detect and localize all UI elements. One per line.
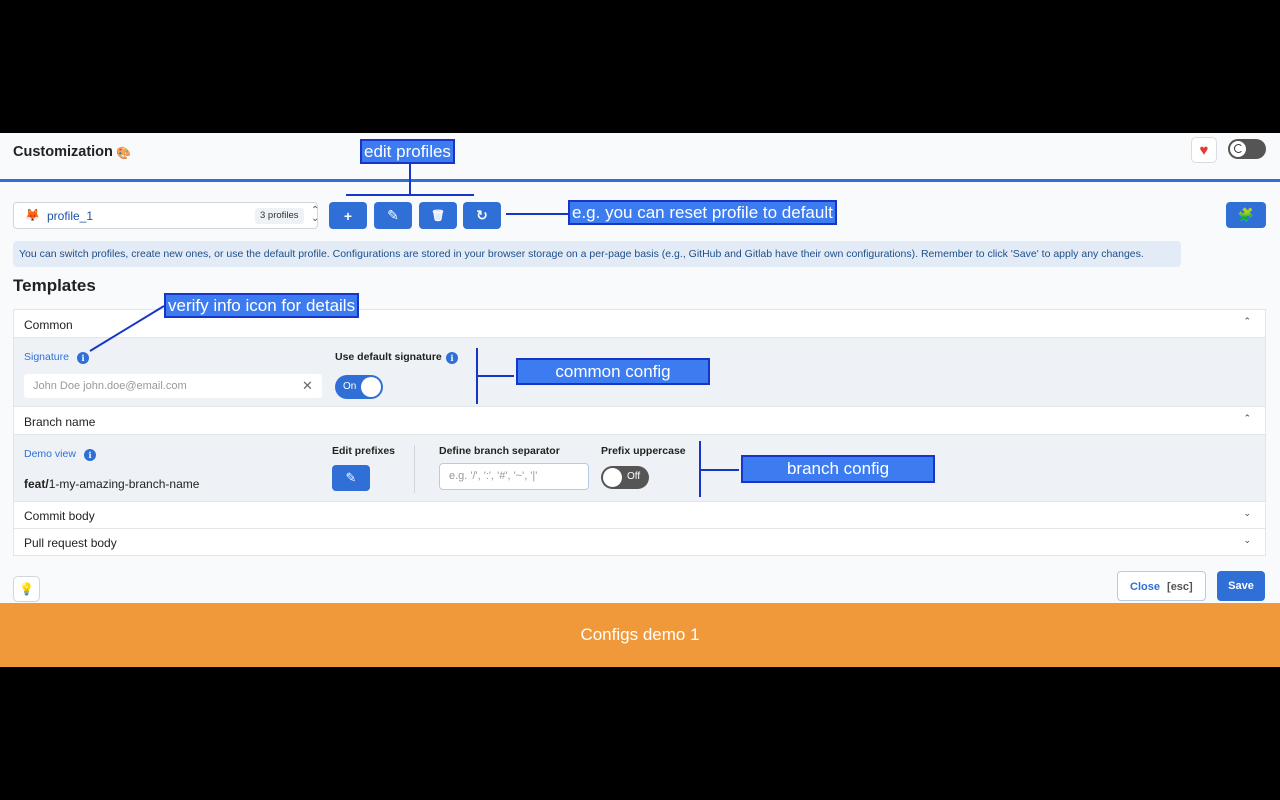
chevron-down-icon: ⌄ <box>1243 535 1251 545</box>
chevron-up-icon: ⌃ <box>1243 413 1251 423</box>
reset-icon: ↻ <box>476 207 488 223</box>
chevron-up-icon: ⌃ <box>1243 316 1251 326</box>
pencil-icon: ✎ <box>345 470 357 485</box>
page-title: Customization <box>13 144 113 160</box>
accordion-pr-label: Pull request body <box>24 536 117 550</box>
edit-prefixes-label: Edit prefixes <box>332 445 396 457</box>
annotation-line <box>409 164 411 194</box>
header-divider <box>0 179 1280 182</box>
demo-view-label: Demo view <box>24 448 76 460</box>
toggle-label: Off <box>627 471 641 482</box>
plus-icon: + <box>343 207 353 224</box>
profile-select[interactable]: 🦊 profile_1 3 profiles ⌃ ⌄ <box>13 202 320 229</box>
divider <box>414 445 415 493</box>
branch-name-rest: 1-my-amazing-branch-name <box>48 477 200 491</box>
info-icon[interactable]: i <box>446 352 458 364</box>
callout-reset: e.g. you can reset profile to default <box>568 200 837 225</box>
puzzle-icon: 🧩 <box>1237 207 1255 222</box>
callout-common-config: common config <box>516 358 710 385</box>
toggle-label: On <box>343 381 357 392</box>
theme-toggle[interactable] <box>1228 139 1266 159</box>
save-button[interactable]: Save <box>1217 571 1265 601</box>
accordion-common-label: Common <box>24 318 73 332</box>
prefix-uppercase-toggle[interactable]: Off <box>601 466 649 489</box>
info-icon[interactable]: i <box>77 352 89 364</box>
info-banner: You can switch profiles, create new ones… <box>13 241 1181 267</box>
pencil-icon: ✎ <box>387 207 399 223</box>
profile-name: profile_1 <box>47 209 94 223</box>
toggle-knob <box>603 468 622 487</box>
accordion-branch-label: Branch name <box>24 415 96 429</box>
callout-edit-profiles: edit profiles <box>360 139 455 164</box>
caption-bar: Configs demo 1 <box>0 603 1280 667</box>
info-icon[interactable]: i <box>84 449 96 461</box>
accordion-branch-name[interactable]: Branch name ⌃ <box>13 406 1266 435</box>
annotation-line <box>506 213 568 215</box>
app-header: Customization 🎨 ♥ <box>0 133 1280 182</box>
branch-separator-label: Define branch separator <box>439 445 560 457</box>
lightbulb-icon: 💡 <box>19 582 34 596</box>
profile-count-badge: 3 profiles <box>255 208 304 224</box>
templates-title: Templates <box>13 276 96 295</box>
signature-input[interactable]: John Doe john.doe@email.com <box>24 374 322 398</box>
heart-icon: ♥ <box>1199 141 1209 159</box>
annotation-line <box>346 194 474 196</box>
signature-label: Signature <box>24 351 69 363</box>
edit-prefixes-button[interactable]: ✎ <box>332 465 370 491</box>
accordion-commit-label: Commit body <box>24 509 95 523</box>
close-button[interactable]: Close [esc] <box>1117 571 1206 601</box>
edit-profile-button[interactable]: ✎ <box>374 202 412 229</box>
reset-profile-button[interactable]: ↻ <box>463 202 501 229</box>
callout-info-icon: verify info icon for details <box>164 293 360 318</box>
prefix-uppercase-label: Prefix uppercase <box>601 445 686 457</box>
accordion-pr-body[interactable]: Pull request body ⌄ <box>13 528 1266 556</box>
moon-icon <box>1234 144 1243 153</box>
delete-profile-button[interactable]: 🗑 <box>419 202 457 229</box>
heart-button[interactable]: ♥ <box>1191 137 1217 163</box>
annotation-line <box>478 375 514 377</box>
accordion-commit-body[interactable]: Commit body ⌄ <box>13 501 1266 529</box>
fox-icon: 🦊 <box>25 208 40 222</box>
toggle-knob <box>361 377 381 397</box>
callout-branch-config: branch config <box>741 455 935 483</box>
branch-demo-text: feat/1-my-amazing-branch-name <box>24 477 199 491</box>
add-profile-button[interactable]: + <box>329 202 367 229</box>
use-default-signature-label: Use default signature <box>335 351 442 363</box>
trash-icon: 🗑 <box>431 210 445 222</box>
default-signature-toggle[interactable]: On <box>335 375 383 399</box>
extension-button[interactable]: 🧩 <box>1226 202 1266 228</box>
branch-prefix: feat/ <box>24 477 49 491</box>
branch-separator-input[interactable]: e.g. '/', ':', '#', '~', '|' <box>439 463 589 490</box>
close-label: Close <box>1130 581 1160 593</box>
branch-panel: Demo view i feat/1-my-amazing-branch-nam… <box>13 435 1266 501</box>
palette-icon: 🎨 <box>116 146 131 160</box>
chevron-down-icon: ⌄ <box>1243 508 1251 518</box>
clear-icon[interactable]: ✕ <box>302 378 313 394</box>
annotation-line <box>701 469 739 471</box>
chevron-up-down-icon: ⌃ ⌄ <box>311 205 320 224</box>
tips-button[interactable]: 💡 <box>13 576 40 602</box>
esc-hint: [esc] <box>1167 581 1193 593</box>
